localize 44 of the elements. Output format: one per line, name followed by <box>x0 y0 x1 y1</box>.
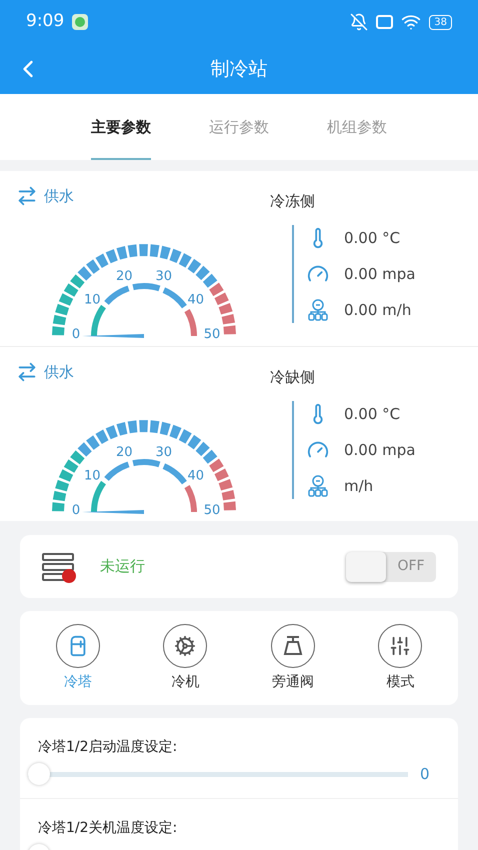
status-time: 9:09 <box>26 10 64 34</box>
run-status-text: 未运行 <box>100 556 145 578</box>
gauge-scale-label: 10 <box>84 292 100 307</box>
nav-item[interactable]: 旁通阀 <box>258 624 328 692</box>
side-title: 冷缺侧 <box>270 368 315 386</box>
gauge-scale-label: 10 <box>84 468 100 483</box>
pump-icon <box>307 474 329 498</box>
slider-value: 0 <box>420 764 431 785</box>
reading-value: 0.00 m/h <box>344 300 412 321</box>
gauge-label: 供水 <box>44 186 74 207</box>
server-error-icon <box>42 552 74 580</box>
slider-thumb[interactable] <box>28 763 50 785</box>
gauge-scale-label: 20 <box>116 444 132 460</box>
swap-icon <box>16 361 38 384</box>
app-icon <box>72 14 88 30</box>
slider-label: 冷塔1/2启动温度设定: <box>38 739 178 755</box>
pump-icon <box>307 298 329 322</box>
reading-value: 0.00 °C <box>344 404 400 425</box>
reading-value: 0.00 mpa <box>344 440 416 461</box>
nav-item[interactable]: 模式 <box>365 624 436 692</box>
swap-icon <box>16 185 38 208</box>
gauge-scale-label: 30 <box>156 268 172 284</box>
gauge-scale-label: 20 <box>116 268 132 284</box>
gauge-scale-label: 40 <box>188 468 204 483</box>
gauge-scale-label: 50 <box>204 502 220 518</box>
battery-level: 38 <box>429 14 452 30</box>
nav-item[interactable]: 冷机 <box>150 624 220 692</box>
sim-icon <box>376 15 394 29</box>
bell-off-icon <box>350 13 368 31</box>
cog-icon <box>174 634 196 656</box>
gauge-label: 供水 <box>44 362 74 383</box>
reading-value: 0.00 mpa <box>344 264 416 285</box>
sliders-icon <box>389 634 412 656</box>
gauge-scale-label: 50 <box>204 326 220 342</box>
page-title: 制冷站 <box>210 56 268 82</box>
gauge-scale-label: 0 <box>72 326 80 342</box>
gauge-scale-label: 40 <box>188 292 204 307</box>
gauge-scale-label: 30 <box>156 444 172 460</box>
reading-value: 0.00 °C <box>344 228 400 249</box>
side-title: 冷冻侧 <box>270 192 315 210</box>
gauge-scale-label: 0 <box>72 502 80 518</box>
tab[interactable]: 主要参数 <box>91 94 151 160</box>
reading-value: m/h <box>344 476 374 497</box>
slider-label: 冷塔1/2关机温度设定: <box>38 820 178 836</box>
